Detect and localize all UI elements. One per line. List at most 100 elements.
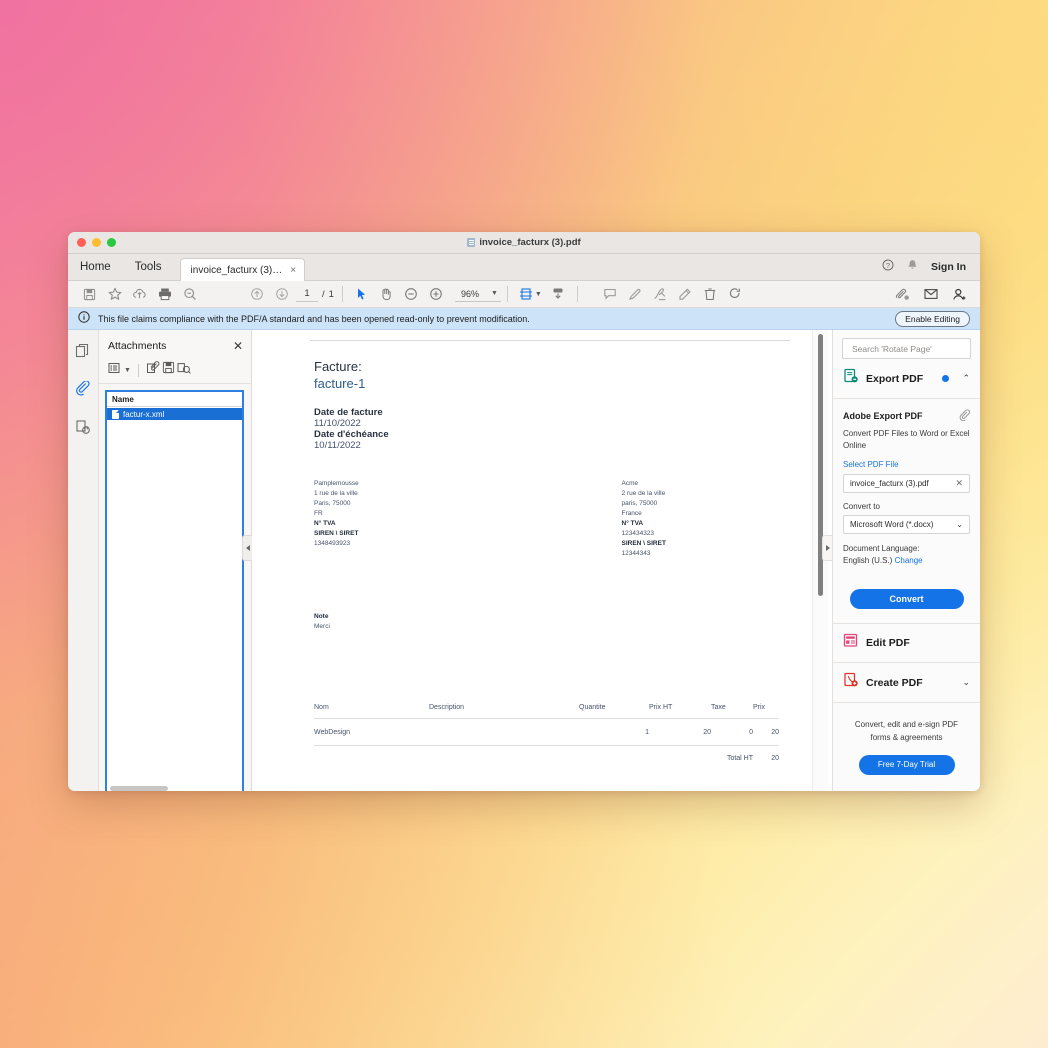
sign-in-button[interactable]: Sign In (931, 261, 966, 273)
seller-street: 1 rue de la ville (314, 490, 358, 498)
menu-tools[interactable]: Tools (123, 254, 174, 280)
invoice-date-value: 11/10/2022 (314, 418, 361, 429)
search-input[interactable] (850, 342, 963, 355)
expand-right-panel-button[interactable] (822, 535, 832, 561)
seller-siren-label: SIREN \ SIRET (314, 530, 359, 538)
next-page-icon[interactable] (269, 282, 294, 306)
export-pdf-tool[interactable]: Export PDF ⌃ (833, 359, 980, 399)
pdf-page: Facture: facture-1 Date de facture 11/10… (298, 330, 818, 791)
seller-name: Pamplemousse (314, 480, 359, 487)
buyer-tva-value: 123434323 (621, 530, 655, 538)
attachments-toolbar: ▼ (99, 358, 251, 384)
close-tab-icon[interactable]: × (290, 265, 296, 276)
change-language-link[interactable]: Change (895, 556, 923, 565)
chevron-down-icon[interactable]: ▼ (491, 290, 498, 297)
seller-city: Paris, 75000 (314, 500, 351, 508)
security-layers-icon[interactable] (72, 416, 94, 438)
document-tab[interactable]: invoice_facturx (3)… × (179, 258, 306, 281)
help-icon[interactable]: ? (882, 258, 894, 276)
edit-pdf-tool[interactable]: Edit PDF (833, 624, 980, 664)
print-icon[interactable] (152, 282, 177, 306)
page-number-input[interactable]: 1 (296, 287, 318, 302)
previous-page-icon[interactable] (244, 282, 269, 306)
page-thumbnails-icon[interactable] (72, 340, 94, 362)
zoom-search-icon[interactable] (177, 282, 202, 306)
col-description: Description (429, 704, 579, 720)
left-nav-rail (68, 330, 99, 791)
export-pdf-label: Export PDF (866, 372, 924, 385)
email-icon[interactable] (918, 282, 943, 306)
menu-home[interactable]: Home (68, 254, 123, 280)
col-prix: Prix (753, 704, 779, 720)
save-attachment-icon[interactable] (162, 361, 175, 379)
save-icon[interactable] (77, 282, 102, 306)
hand-tool-icon[interactable] (374, 282, 399, 306)
collapse-panel-button[interactable] (242, 535, 252, 561)
enable-editing-button[interactable]: Enable Editing (895, 310, 970, 327)
stamp-icon[interactable] (673, 282, 698, 306)
zoom-level-selector[interactable]: 96% ▼ (454, 286, 501, 302)
convert-to-select[interactable]: Microsoft Word (*.docx) ⌄ (843, 515, 970, 535)
paperclip-icon[interactable] (958, 409, 970, 423)
delete-icon[interactable] (698, 282, 723, 306)
tools-panel: Export PDF ⌃ Adobe Export PDF Convert PD… (832, 330, 980, 791)
zoom-in-icon[interactable] (424, 282, 449, 306)
clear-file-icon[interactable]: ✕ (955, 478, 963, 489)
notice-message: This file claims compliance with the PDF… (98, 313, 530, 324)
note-label: Note (314, 612, 329, 620)
cell-prix-ht: 20 (649, 718, 711, 747)
add-person-icon[interactable] (946, 282, 971, 306)
convert-button[interactable]: Convert (849, 589, 964, 610)
select-pdf-file-link[interactable]: Select PDF File (843, 460, 970, 469)
total-label: Total HT (726, 755, 753, 763)
adobe-export-title-row: Adobe Export PDF (843, 409, 970, 423)
search-attachment-icon[interactable] (177, 361, 191, 379)
open-attachment-icon[interactable] (146, 361, 160, 379)
attachments-icon[interactable] (72, 378, 94, 400)
invoice-note: Note Merci (314, 612, 802, 633)
attachments-horizontal-scrollbar[interactable] (107, 783, 242, 791)
buyer-tva-label: N° TVA (621, 520, 644, 528)
selected-file-field[interactable]: invoice_facturx (3).pdf ✕ (843, 474, 970, 494)
buyer-address: Acme 2 rue de la ville paris, 75000 Fran… (622, 479, 803, 560)
comment-icon[interactable] (598, 282, 623, 306)
buyer-country: France (621, 510, 642, 518)
star-icon[interactable] (102, 282, 127, 306)
options-chevron-icon[interactable]: ▼ (124, 367, 131, 374)
select-cursor-icon[interactable] (349, 282, 374, 306)
page-separator: / (322, 288, 325, 300)
create-pdf-tool[interactable]: Create PDF ⌄ (833, 663, 980, 704)
toolbar-right-group (890, 282, 971, 306)
zoom-out-icon[interactable] (399, 282, 424, 306)
notification-icon[interactable] (907, 258, 918, 276)
menu-bar: Home Tools invoice_facturx (3)… × ? Sign… (68, 254, 980, 281)
attachments-list[interactable]: Name factur-x.xml (105, 390, 244, 791)
list-item[interactable]: factur-x.xml (107, 408, 242, 420)
chevron-down-icon[interactable]: ⌄ (956, 520, 963, 529)
toolbar-divider-2 (506, 286, 508, 302)
pdf-file-icon (467, 238, 476, 247)
due-date-label: Date d'échéance (314, 429, 389, 440)
scrollbar-thumb[interactable] (110, 785, 168, 791)
sign-icon[interactable] (648, 282, 673, 306)
due-date-value: 10/11/2022 (314, 440, 361, 451)
scroll-mode-icon[interactable] (546, 282, 571, 306)
document-viewer[interactable]: Facture: facture-1 Date de facture 11/10… (252, 330, 832, 791)
export-pdf-body: Adobe Export PDF Convert PDF Files to Wo… (833, 399, 980, 625)
highlight-icon[interactable] (623, 282, 648, 306)
selected-file-name: invoice_facturx (3).pdf (850, 479, 929, 489)
chevron-down-icon[interactable]: ⌄ (962, 677, 970, 688)
upload-cloud-icon[interactable] (127, 282, 152, 306)
fit-page-chevron-icon[interactable]: ▼ (535, 291, 542, 298)
free-trial-button[interactable]: Free 7-Day Trial (858, 754, 955, 775)
attachments-column-header[interactable]: Name (107, 392, 242, 407)
rotate-icon[interactable] (723, 282, 748, 306)
tools-search[interactable] (842, 338, 971, 359)
chevron-up-icon[interactable]: ⌃ (962, 373, 970, 384)
acrobat-window: invoice_facturx (3).pdf Home Tools invoi… (68, 232, 980, 791)
options-list-icon[interactable] (108, 361, 122, 379)
promo-text: Convert, edit and e-sign PDF forms & agr… (854, 720, 959, 742)
close-icon[interactable]: ✕ (233, 340, 243, 352)
attach-cloud-icon[interactable] (890, 282, 915, 306)
page-navigation[interactable]: 1 / 1 (296, 287, 334, 302)
